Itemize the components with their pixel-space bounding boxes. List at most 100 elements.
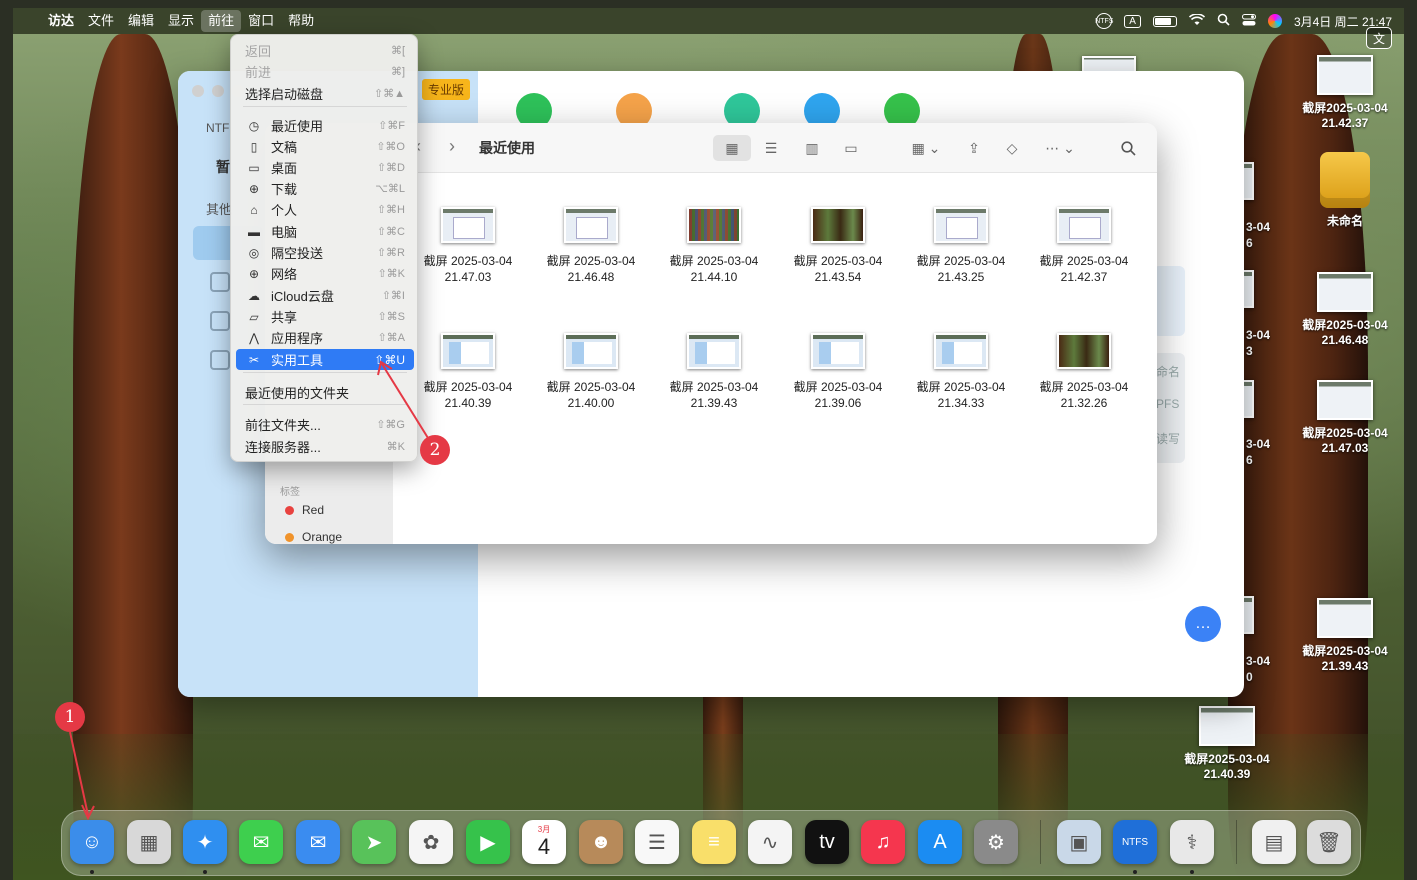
safari-icon[interactable]: ✦ [183, 820, 227, 864]
file-item[interactable]: 截屏 2025-03-04 21.42.37 [1029, 207, 1139, 285]
menu-item[interactable]: ⊕ 下载 ⌥⌘L [236, 178, 414, 199]
file-item[interactable]: 截屏 2025-03-04 21.43.54 [783, 207, 893, 285]
disk-icon[interactable] [210, 311, 230, 331]
menu-item[interactable]: ⌂ 个人 ⇧⌘H [236, 199, 414, 220]
translate-icon[interactable]: 文 [1366, 27, 1392, 49]
list-view-button[interactable]: ☰ [752, 135, 790, 161]
apple-menu-icon[interactable] [13, 10, 41, 32]
file-item[interactable]: 截屏 2025-03-04 21.47.03 [413, 207, 523, 285]
menu-go[interactable]: 前往 [201, 10, 242, 32]
search-icon[interactable] [1217, 13, 1230, 29]
menu-shortcut: ⇧⌘I [381, 290, 405, 302]
disk-utility-icon[interactable]: ⚕ [1170, 820, 1214, 864]
preview-icon[interactable]: ▣ [1057, 820, 1101, 864]
tv-icon[interactable]: tv [805, 820, 849, 864]
file-item[interactable]: 截屏 2025-03-04 21.40.00 [536, 333, 646, 411]
desktop-disk[interactable]: 未命名 [1290, 152, 1400, 229]
close-button[interactable] [192, 85, 204, 97]
freeform-icon[interactable]: ∿ [748, 820, 792, 864]
menu-finder[interactable]: 访达 [41, 10, 81, 32]
finder-icon[interactable]: ☺ [70, 820, 114, 864]
battery-icon[interactable] [1152, 15, 1177, 27]
share-icon[interactable]: ⇪ [955, 135, 993, 161]
app-store-icon[interactable]: A [918, 820, 962, 864]
menu-item[interactable]: 前进 ⌘] [236, 61, 414, 82]
desktop-file-name: 截屏2025-03-04 [1184, 752, 1270, 766]
gallery-view-button[interactable]: ▭ [832, 135, 870, 161]
menu-item[interactable]: ◷ 最近使用 ⇧⌘F [236, 115, 414, 136]
maps-icon[interactable]: ➤ [352, 820, 396, 864]
photos-icon[interactable]: ✿ [409, 820, 453, 864]
calendar-icon[interactable]: 3月 4 [522, 820, 566, 864]
contacts-icon[interactable]: ☻ [579, 820, 623, 864]
file-item[interactable]: 截屏 2025-03-04 21.39.43 [659, 333, 769, 411]
more-actions-button[interactable]: ⋯ ⌄ [1037, 135, 1083, 161]
file-item[interactable]: 截屏 2025-03-04 21.40.39 [413, 333, 523, 411]
menu-window[interactable]: 窗口 [241, 10, 281, 32]
menu-item[interactable]: ▱ 共享 ⇧⌘S [236, 306, 414, 327]
reminders-icon[interactable]: ☰ [635, 820, 679, 864]
file-item[interactable]: 截屏 2025-03-04 21.43.25 [906, 207, 1016, 285]
menu-view[interactable]: 显示 [161, 10, 201, 32]
minimize-button[interactable] [212, 85, 224, 97]
messages-icon[interactable]: ✉ [239, 820, 283, 864]
menu-item[interactable]: ⊕ 网络 ⇧⌘K [236, 263, 414, 284]
menu-item[interactable]: ▯ 文稿 ⇧⌘O [236, 136, 414, 157]
system-settings-icon[interactable]: ⚙ [974, 820, 1018, 864]
menu-item[interactable]: ▬ 电脑 ⇧⌘C [236, 221, 414, 242]
icon-view-button[interactable]: ▦ [713, 135, 751, 161]
apps-icon: ⋀ [249, 330, 259, 345]
tag-icon[interactable]: ◇ [993, 135, 1031, 161]
facetime-icon[interactable]: ▶ [466, 820, 510, 864]
desktop-file[interactable]: 截屏2025-03-04 21.39.43 [1290, 598, 1400, 674]
menu-item[interactable]: ◎ 隔空投送 ⇧⌘R [236, 242, 414, 263]
menu-help[interactable]: 帮助 [281, 10, 321, 32]
wifi-icon[interactable] [1188, 12, 1205, 29]
menu-item[interactable]: 最近使用的文件夹 [236, 382, 414, 403]
mail-icon[interactable]: ✉ [296, 820, 340, 864]
file-item[interactable]: 截屏 2025-03-04 21.34.33 [906, 333, 1016, 411]
menu-item[interactable]: 连接服务器... ⌘K [236, 436, 414, 457]
disk-icon[interactable] [210, 350, 230, 370]
desktop-file[interactable]: 截屏2025-03-04 21.47.03 [1290, 380, 1400, 456]
downloads-stack-icon[interactable]: ▤ [1252, 820, 1296, 864]
launchpad-icon[interactable]: ▦ [127, 820, 171, 864]
globe-icon: ⊕ [248, 266, 260, 281]
menu-item[interactable]: 前往文件夹... ⇧⌘G [236, 414, 414, 435]
file-item[interactable]: 截屏 2025-03-04 21.32.26 [1029, 333, 1139, 411]
desktop-file[interactable]: 截屏2025-03-04 21.40.39 [1172, 706, 1282, 782]
disk-icon[interactable] [210, 272, 230, 292]
file-item[interactable]: 截屏 2025-03-04 21.46.48 [536, 207, 646, 285]
app-glyph: ☻ [590, 830, 612, 853]
group-button[interactable]: ▦ ⌄ [901, 135, 951, 161]
column-view-button[interactable]: ▥ [793, 135, 831, 161]
file-item[interactable]: 截屏 2025-03-04 21.39.06 [783, 333, 893, 411]
menu-edit[interactable]: 编辑 [121, 10, 161, 32]
trash-icon[interactable]: 🗑 [1307, 820, 1351, 864]
menu-item[interactable]: 选择启动磁盘 ⇧⌘▲ [236, 83, 414, 104]
chat-support-icon[interactable]: … [1185, 606, 1221, 642]
music-icon[interactable]: ♫ [861, 820, 905, 864]
desktop-file-partial-name: 3-04 [1246, 654, 1271, 668]
siri-icon[interactable] [1267, 14, 1282, 28]
control-center-icon[interactable] [1241, 13, 1256, 29]
laptop-icon: ▬ [248, 224, 260, 239]
input-source-icon[interactable]: A [1124, 14, 1141, 28]
menu-item[interactable]: ▭ 桌面 ⇧⌘D [236, 157, 414, 178]
menu-item[interactable]: ⋀ 应用程序 ⇧⌘A [236, 327, 414, 348]
tag-orange[interactable]: Orange [285, 530, 342, 544]
menu-item[interactable]: ☁ iCloud云盘 ⇧⌘I [236, 285, 414, 306]
desktop-file[interactable]: 截屏2025-03-04 21.42.37 [1290, 55, 1400, 131]
file-item[interactable]: 截屏 2025-03-04 21.44.10 [659, 207, 769, 285]
ntfs-status-icon[interactable]: NTFS [1095, 13, 1113, 29]
notes-icon[interactable]: ≡ [692, 820, 736, 864]
menu-item[interactable]: 返回 ⌘[ [236, 40, 414, 61]
desktop-file[interactable]: 截屏2025-03-04 21.46.48 [1290, 272, 1400, 348]
menu-file[interactable]: 文件 [81, 10, 121, 32]
forward-chevron-icon[interactable]: › [449, 136, 455, 157]
desktop-file-partial-time: 6 [1246, 236, 1253, 250]
search-icon[interactable] [1109, 135, 1147, 161]
tag-red[interactable]: Red [285, 503, 324, 517]
ntfs-tool-icon[interactable]: NTFS [1113, 820, 1157, 864]
menu-item[interactable]: ✂ 实用工具 ⇧⌘U [236, 349, 414, 370]
